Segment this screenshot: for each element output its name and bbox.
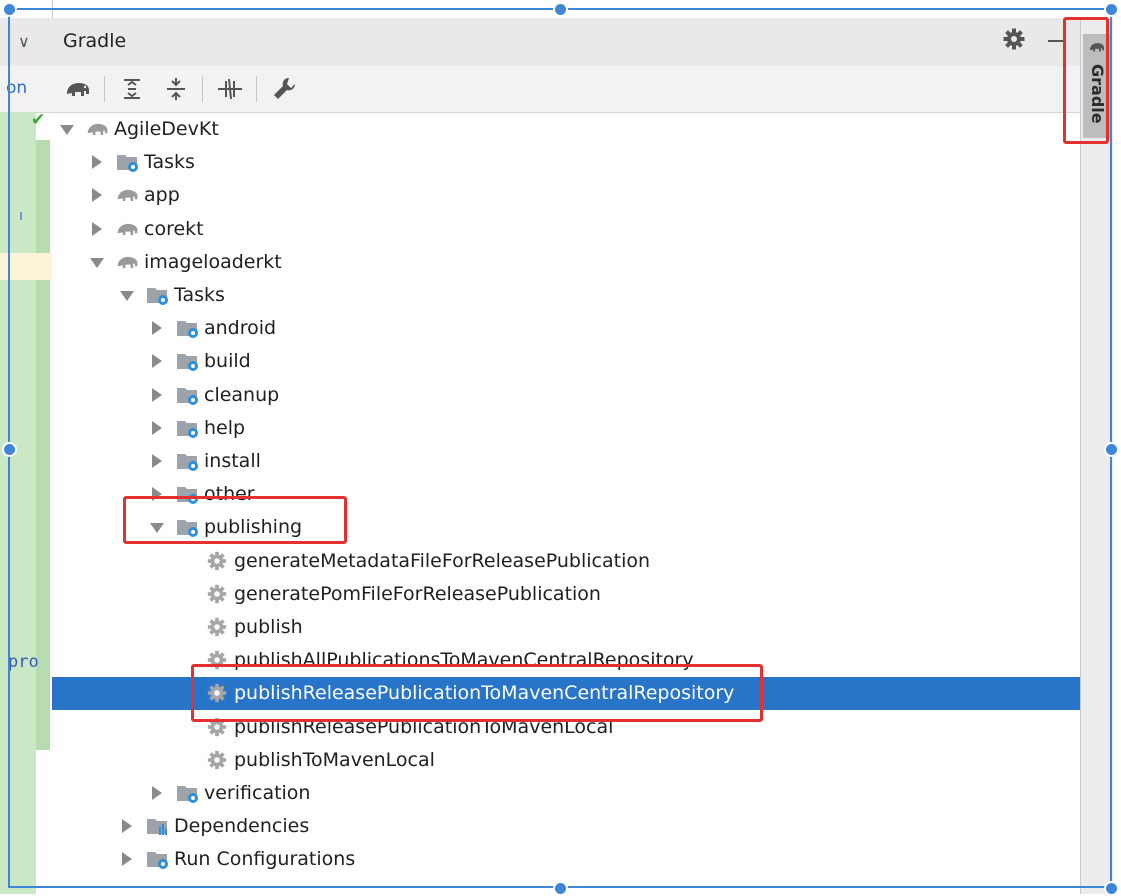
collapsed-arrow-icon[interactable] [152,387,162,402]
annotation-box-publishing [123,496,347,544]
gradle-toolbar [52,66,1080,113]
tree-item-label: build [204,350,251,373]
folder-gear-icon [176,317,200,339]
folder-gear-icon [176,782,200,804]
resize-handle[interactable] [1104,2,1119,17]
editor-code-fragment: pro [8,652,39,672]
annotation-box-gradle-tab [1063,17,1109,144]
collapsed-arrow-icon[interactable] [122,852,132,867]
tree-row[interactable]: app [52,179,1080,212]
tree-row[interactable]: generateMetadataFileForReleasePublicatio… [52,545,1080,578]
tree-item-label: Run Configurations [174,848,356,871]
current-line-highlight [0,253,52,280]
collapsed-arrow-icon[interactable] [92,221,102,236]
tree-item-label: android [204,317,277,340]
tree-row[interactable]: AgileDevKt [52,113,1080,146]
tree-item-label: verification [204,782,311,804]
wrench-icon[interactable] [270,75,298,103]
editor-partial-text: on [6,78,28,98]
toolbar-separator [256,76,257,102]
checkmark-icon: ✔ [31,110,46,130]
collapse-all-icon[interactable] [162,75,190,103]
tree-row[interactable]: Dependencies [52,810,1080,843]
expanded-arrow-icon[interactable] [60,125,74,135]
gear-icon [206,749,230,771]
tree-item-label: install [204,450,261,472]
tool-window-titlebar: Gradle [52,18,1080,67]
gradle-tool-window: Gradle AgileDevKt Tasks app corekt image… [52,18,1080,894]
tree-row[interactable]: imageloaderkt [52,246,1080,279]
resize-handle[interactable] [1104,442,1119,457]
tree-item-label: publishToMavenLocal [234,748,435,771]
toolbar-separator [202,76,203,102]
collapsed-arrow-icon[interactable] [152,321,162,336]
expand-all-icon[interactable] [118,75,146,103]
expanded-arrow-icon[interactable] [90,257,104,268]
resize-handle[interactable] [553,2,568,17]
tree-item-label: cleanup [204,383,280,406]
tree-item-label: Tasks [144,151,195,174]
elephant-icon [116,184,140,206]
elephant-icon [86,118,110,140]
folder-gear-icon [176,417,200,439]
folder-gear-icon [116,151,140,173]
tree-row[interactable]: corekt [52,213,1080,246]
tree-row[interactable]: cleanup [52,379,1080,412]
toolbar-separator [104,76,105,102]
folder-gear-icon [176,384,200,406]
collapsed-arrow-icon[interactable] [152,354,162,369]
tree-item-label: publish [234,616,303,638]
tree-item-label: corekt [144,217,204,240]
tree-row[interactable]: publishToMavenLocal [52,744,1080,777]
tree-row[interactable]: help [52,412,1080,445]
collapsed-arrow-icon[interactable] [92,188,102,203]
tree-item-label: app [144,184,180,207]
tree-row[interactable]: generatePomFileForReleasePublication [52,578,1080,611]
annotation-box-selected-task [191,664,763,722]
collapsed-arrow-icon[interactable] [152,786,162,800]
tree-row[interactable]: install [52,445,1080,478]
tree-item-label: AgileDevKt [114,118,219,140]
gear-icon [206,616,230,638]
tree-item-label: imageloaderkt [144,250,282,273]
collapsed-arrow-icon[interactable] [122,819,132,834]
folder-gear-icon [176,450,200,472]
elephant-icon [116,251,140,273]
collapsed-arrow-icon[interactable] [152,454,162,468]
tree-row[interactable]: build [52,345,1080,378]
gear-icon [206,583,230,605]
tool-window-title: Gradle [63,30,127,52]
elephant-icon[interactable] [64,75,92,103]
expanded-arrow-icon[interactable] [120,291,134,301]
tree-item-label: Tasks [174,284,225,306]
resize-handle[interactable] [2,2,17,17]
collapsed-arrow-icon[interactable] [92,155,102,170]
tree-row[interactable]: Run Configurations [52,843,1080,876]
collapsed-arrow-icon[interactable] [152,420,162,435]
folder-deps-icon [146,815,170,837]
tree-item-label: generateMetadataFileForReleasePublicatio… [234,549,651,572]
tree-row[interactable]: Tasks [52,279,1080,312]
chevron-down-icon[interactable]: ∨ [18,32,30,51]
tree-item-label: help [204,416,246,439]
tree-row[interactable]: verification [52,777,1080,810]
gutter-marker [20,212,22,220]
resize-handle[interactable] [2,442,17,457]
vcs-added-gutter [0,112,36,894]
tree-row[interactable]: android [52,312,1080,345]
tree-row[interactable]: Tasks [52,146,1080,179]
toggle-offline-icon[interactable] [216,75,244,103]
settings-gear-icon[interactable] [1002,27,1026,51]
folder-gear-icon [146,284,170,306]
minimize-icon[interactable] [1048,40,1064,42]
gear-icon [206,550,230,572]
folder-gear-icon [146,848,170,870]
tree-item-label: Dependencies [174,815,310,838]
tree-item-label: generatePomFileForReleasePublication [234,582,601,605]
tree-row[interactable]: publish [52,611,1080,644]
elephant-icon [116,218,140,240]
folder-gear-icon [176,350,200,372]
